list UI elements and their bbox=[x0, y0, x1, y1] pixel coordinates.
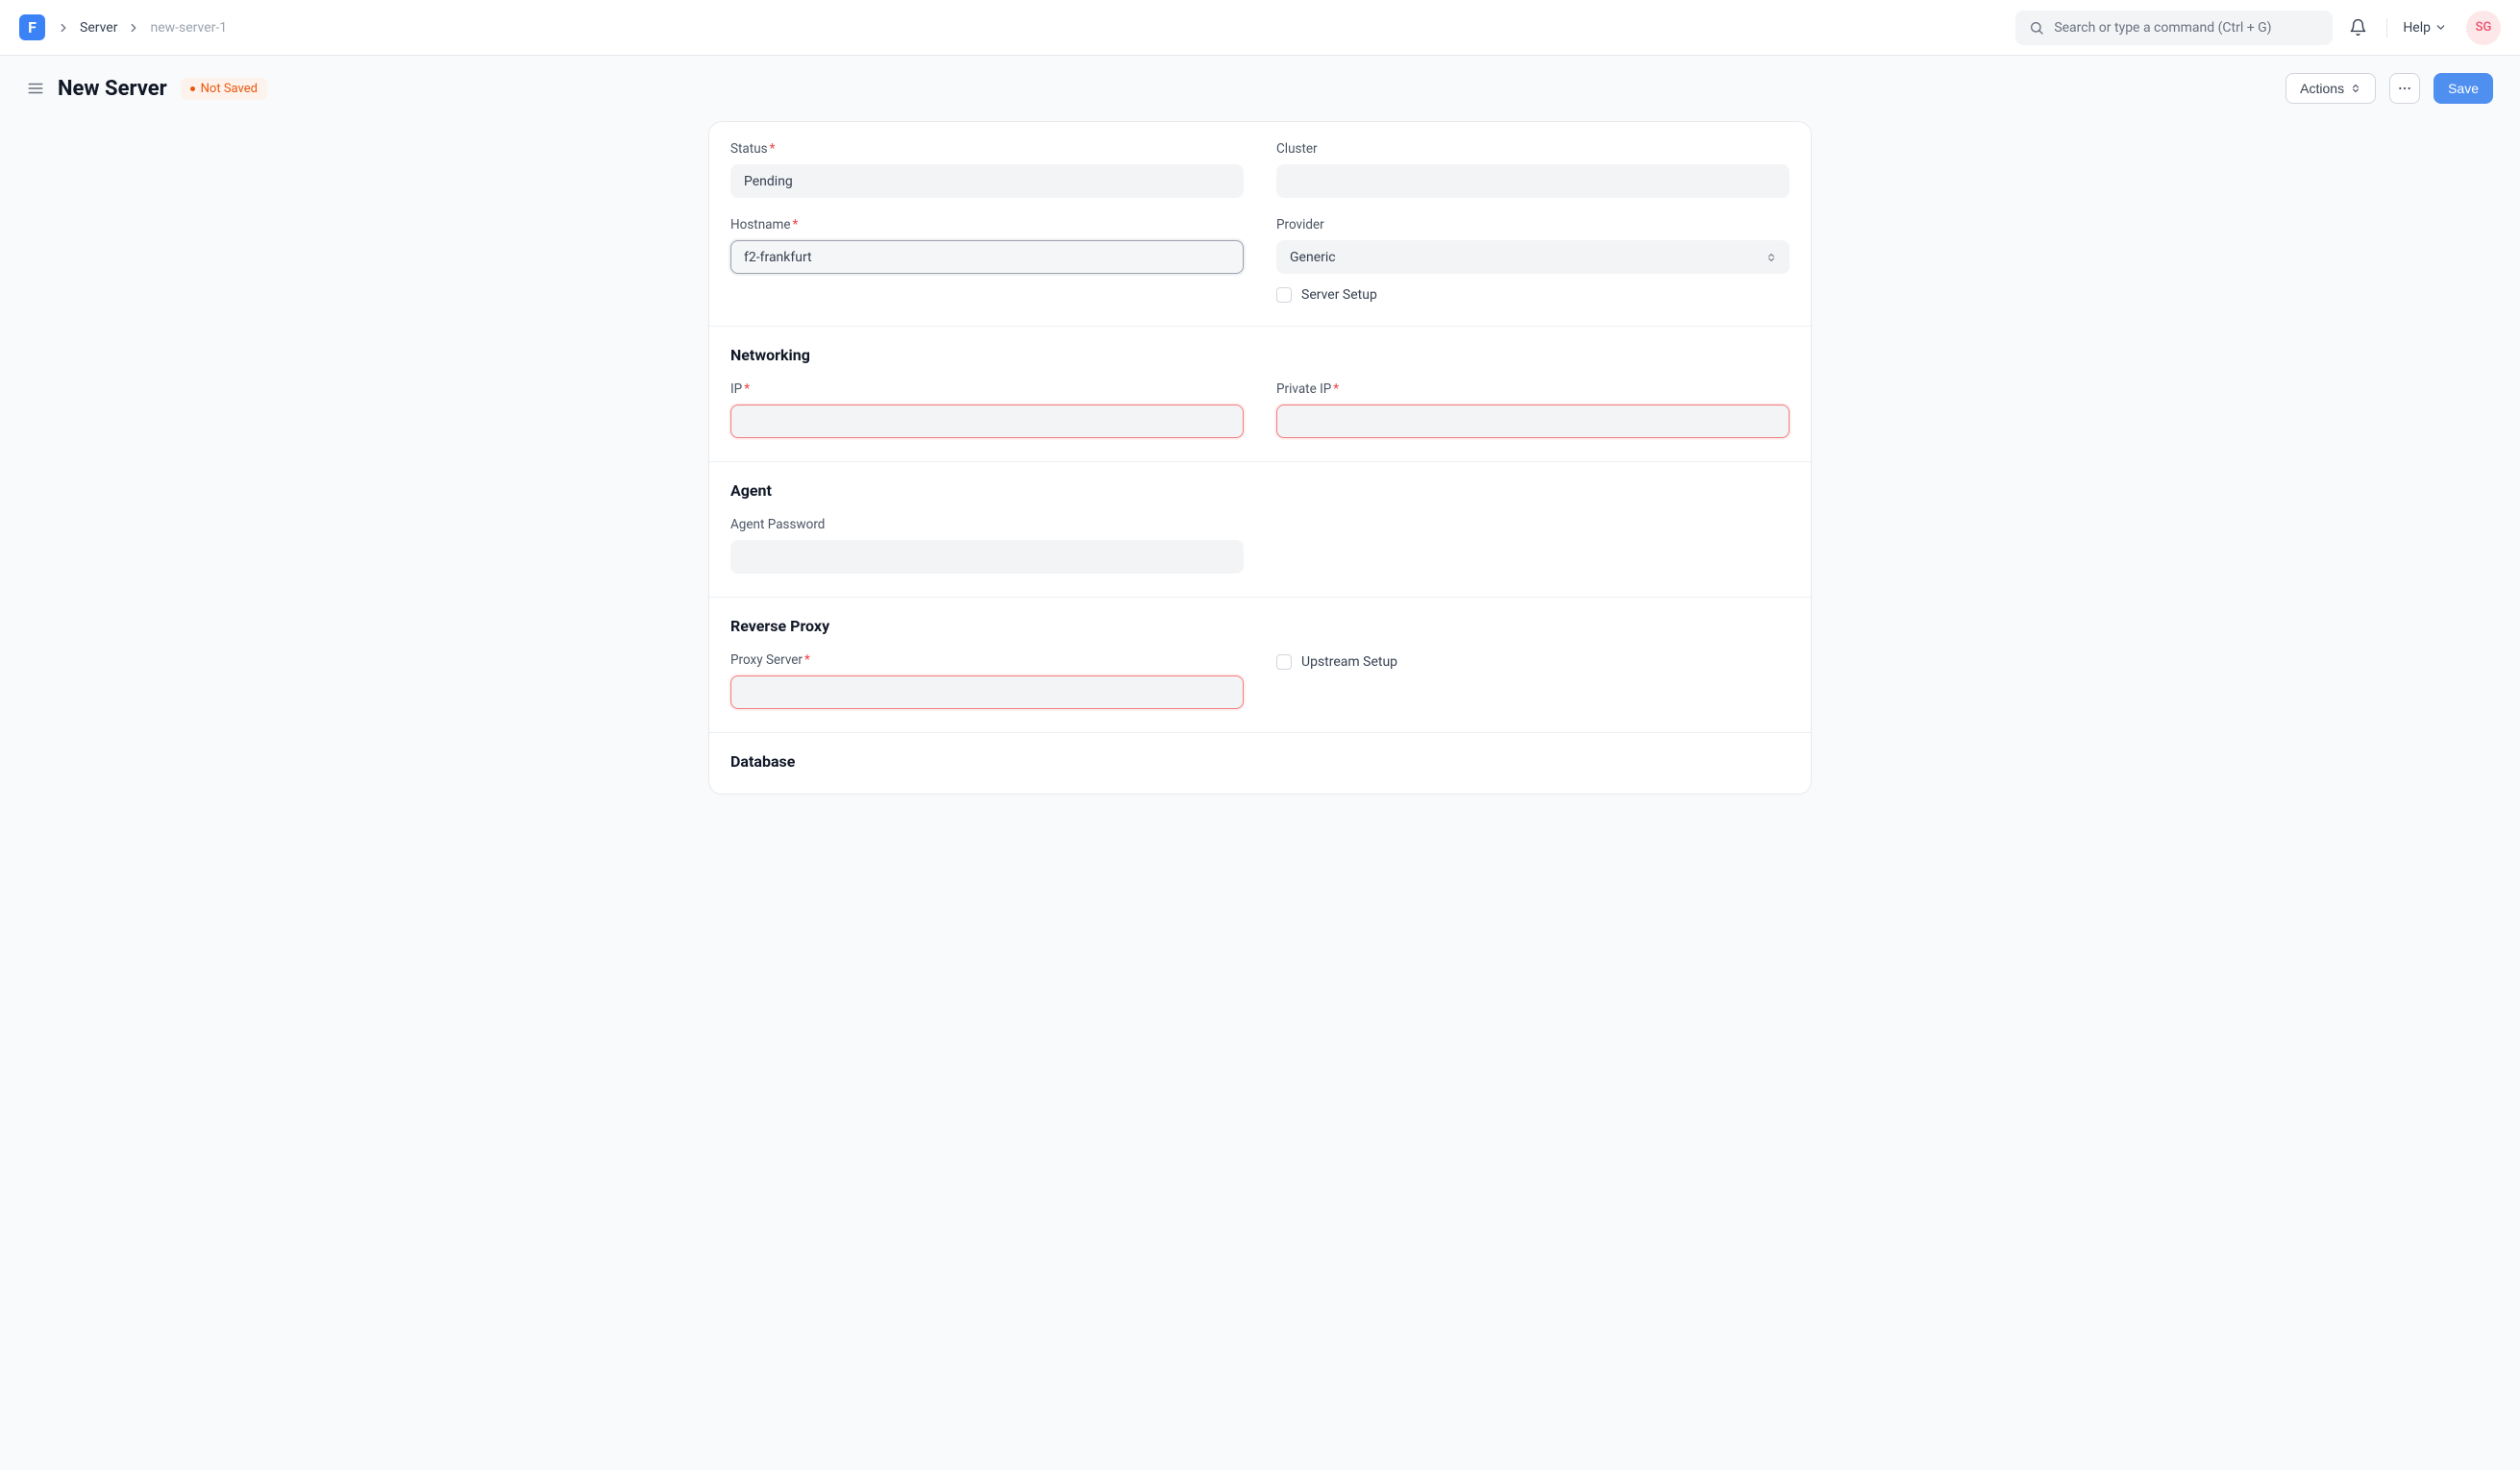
breadcrumb-current: new-server-1 bbox=[150, 20, 227, 36]
sidebar-toggle[interactable] bbox=[27, 80, 44, 97]
unfold-icon bbox=[1766, 252, 1777, 263]
server-setup-label: Server Setup bbox=[1301, 287, 1377, 303]
status-label: Status* bbox=[730, 141, 1244, 157]
chevron-right-icon bbox=[127, 21, 140, 35]
required-marker: * bbox=[793, 217, 799, 233]
form-card: Status* Pending Cluster Hostname* f2-fra… bbox=[708, 121, 1812, 795]
field-private-ip: Private IP* bbox=[1276, 381, 1790, 438]
field-proxy-server: Proxy Server* bbox=[730, 652, 1244, 709]
search-placeholder: Search or type a command (Ctrl + G) bbox=[2054, 20, 2319, 36]
upstream-setup-label: Upstream Setup bbox=[1301, 654, 1397, 670]
bell-icon bbox=[2349, 18, 2367, 37]
cluster-input[interactable] bbox=[1276, 164, 1790, 198]
required-marker: * bbox=[1333, 381, 1339, 397]
reverse-proxy-title: Reverse Proxy bbox=[730, 617, 1790, 635]
help-menu[interactable]: Help bbox=[2403, 20, 2447, 36]
field-status: Status* Pending bbox=[730, 141, 1244, 198]
navbar: F Server new-server-1 Search or type a c… bbox=[0, 0, 2520, 56]
user-avatar[interactable]: SG bbox=[2466, 11, 2501, 45]
save-label: Save bbox=[2448, 81, 2479, 96]
provider-value: Generic bbox=[1290, 250, 1336, 265]
hostname-input[interactable]: f2-frankfurt bbox=[730, 240, 1244, 274]
actions-label: Actions bbox=[2300, 81, 2344, 96]
more-horizontal-icon bbox=[2397, 81, 2412, 96]
notifications-button[interactable] bbox=[2344, 14, 2371, 41]
global-search[interactable]: Search or type a command (Ctrl + G) bbox=[2015, 11, 2333, 45]
not-saved-badge: Not Saved bbox=[181, 78, 267, 100]
section-agent: Agent Agent Password bbox=[709, 462, 1811, 598]
divider bbox=[2386, 18, 2387, 37]
page-header: New Server Not Saved Actions Save bbox=[0, 56, 2520, 121]
field-ip: IP* bbox=[730, 381, 1244, 438]
status-input[interactable]: Pending bbox=[730, 164, 1244, 198]
breadcrumb-server[interactable]: Server bbox=[80, 20, 117, 36]
field-hostname: Hostname* f2-frankfurt bbox=[730, 217, 1244, 303]
save-button[interactable]: Save bbox=[2434, 73, 2493, 104]
agent-title: Agent bbox=[730, 481, 1790, 500]
ip-label: IP* bbox=[730, 381, 1244, 397]
section-reverse-proxy: Reverse Proxy Proxy Server* Upstream Set… bbox=[709, 598, 1811, 733]
content-area: Status* Pending Cluster Hostname* f2-fra… bbox=[0, 121, 2520, 1470]
status-dot-icon bbox=[190, 86, 195, 91]
avatar-initials: SG bbox=[2476, 20, 2492, 35]
more-menu-button[interactable] bbox=[2389, 73, 2420, 104]
hostname-label: Hostname* bbox=[730, 217, 1244, 233]
page-title: New Server bbox=[58, 77, 167, 101]
logo-letter: F bbox=[28, 18, 37, 37]
private-ip-input[interactable] bbox=[1276, 405, 1790, 438]
search-icon bbox=[2029, 20, 2044, 36]
agent-password-label: Agent Password bbox=[730, 517, 1244, 532]
chevron-down-icon bbox=[2434, 21, 2447, 34]
upstream-setup-checkbox[interactable] bbox=[1276, 654, 1292, 670]
field-upstream-setup: Upstream Setup bbox=[1276, 652, 1790, 709]
field-cluster: Cluster bbox=[1276, 141, 1790, 198]
agent-password-input[interactable] bbox=[730, 540, 1244, 574]
field-provider: Provider Generic Server Setup bbox=[1276, 217, 1790, 303]
ip-input[interactable] bbox=[730, 405, 1244, 438]
required-marker: * bbox=[804, 652, 810, 668]
actions-menu-button[interactable]: Actions bbox=[2285, 73, 2376, 104]
section-database: Database bbox=[709, 733, 1811, 794]
chevron-right-icon bbox=[57, 21, 70, 35]
unfold-icon bbox=[2350, 83, 2361, 94]
upstream-setup-row: Upstream Setup bbox=[1276, 652, 1790, 670]
cluster-label: Cluster bbox=[1276, 141, 1790, 157]
app-logo[interactable]: F bbox=[19, 14, 45, 40]
section-networking: Networking IP* Private IP* bbox=[709, 327, 1811, 462]
database-title: Database bbox=[730, 752, 1790, 771]
field-agent-password: Agent Password bbox=[730, 517, 1244, 574]
help-label: Help bbox=[2403, 20, 2431, 36]
private-ip-label: Private IP* bbox=[1276, 381, 1790, 397]
server-setup-checkbox[interactable] bbox=[1276, 287, 1292, 303]
proxy-server-input[interactable] bbox=[730, 675, 1244, 709]
provider-label: Provider bbox=[1276, 217, 1790, 233]
status-pill-label: Not Saved bbox=[201, 82, 258, 96]
required-marker: * bbox=[744, 381, 750, 397]
networking-title: Networking bbox=[730, 346, 1790, 364]
provider-select[interactable]: Generic bbox=[1276, 240, 1790, 274]
breadcrumbs: Server new-server-1 bbox=[57, 20, 2004, 36]
proxy-server-label: Proxy Server* bbox=[730, 652, 1244, 668]
required-marker: * bbox=[770, 141, 776, 157]
server-setup-row: Server Setup bbox=[1276, 287, 1790, 303]
section-general: Status* Pending Cluster Hostname* f2-fra… bbox=[709, 122, 1811, 327]
